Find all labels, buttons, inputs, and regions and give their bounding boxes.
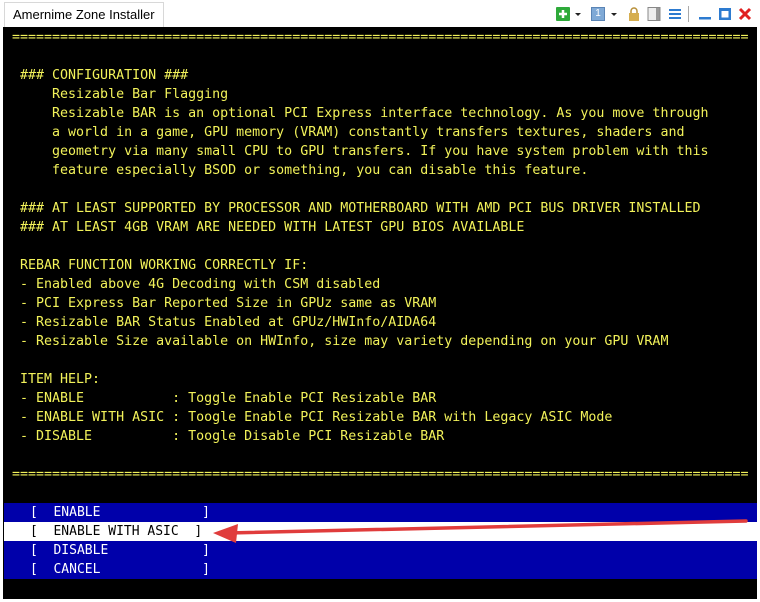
text-line: geometry via many small CPU to GPU trans… bbox=[12, 144, 709, 159]
text-line: - DISABLE : Toogle Disable PCI Resizable… bbox=[12, 429, 445, 444]
menu-item-enable-with-asic[interactable]: [ ENABLE WITH ASIC ] bbox=[4, 522, 757, 541]
menu-item-disable[interactable]: [ DISABLE ] bbox=[4, 541, 757, 560]
text-line: - ENABLE WITH ASIC : Toogle Enable PCI R… bbox=[12, 410, 613, 425]
text-line: Resizable BAR is an optional PCI Express… bbox=[12, 106, 709, 121]
text-line bbox=[12, 237, 749, 256]
title-bar: Amernime Zone Installer 1 bbox=[0, 0, 760, 27]
dropdown-icon[interactable] bbox=[610, 7, 618, 21]
text-line: feature especially BSOD or something, yo… bbox=[12, 163, 589, 178]
text-line: - ENABLE : Toggle Enable PCI Resizable B… bbox=[12, 391, 437, 406]
text-line: a world in a game, GPU memory (VRAM) con… bbox=[12, 125, 685, 140]
text-line bbox=[12, 47, 749, 66]
menu-item-cancel[interactable]: [ CANCEL ] bbox=[4, 560, 757, 579]
text-line bbox=[12, 446, 749, 465]
window-title-tab[interactable]: Amernime Zone Installer bbox=[4, 2, 164, 27]
text-line: Resizable Bar Flagging bbox=[12, 87, 229, 102]
panel-icon[interactable] bbox=[647, 7, 661, 21]
menu-item-enable[interactable]: [ ENABLE ] bbox=[4, 503, 757, 522]
minimize-icon[interactable] bbox=[698, 7, 712, 21]
config-heading: ### CONFIGURATION ### bbox=[12, 68, 189, 83]
text-line: - Enabled above 4G Decoding with CSM dis… bbox=[12, 277, 381, 292]
menu-icon[interactable] bbox=[668, 7, 682, 21]
text-line: - Resizable BAR Status Enabled at GPUz/H… bbox=[12, 315, 437, 330]
add-icon[interactable] bbox=[556, 7, 570, 21]
option-menu: [ ENABLE ] [ ENABLE WITH ASIC ] [ DISABL… bbox=[4, 503, 757, 579]
tab-number-icon[interactable]: 1 bbox=[591, 7, 605, 21]
text-line: ### AT LEAST SUPPORTED BY PROCESSOR AND … bbox=[12, 201, 701, 216]
help-text: ========================================… bbox=[12, 28, 749, 484]
terminal-console: ========================================… bbox=[3, 27, 757, 599]
text-line: ITEM HELP: bbox=[12, 372, 101, 387]
dropdown-icon[interactable] bbox=[574, 7, 582, 21]
text-line bbox=[12, 180, 749, 199]
bottom-separator: ========================================… bbox=[12, 467, 749, 482]
toolbar-divider bbox=[688, 6, 689, 22]
maximize-icon[interactable] bbox=[718, 7, 732, 21]
text-line bbox=[12, 351, 749, 370]
text-line: REBAR FUNCTION WORKING CORRECTLY IF: bbox=[12, 258, 309, 273]
text-line: ### AT LEAST 4GB VRAM ARE NEEDED WITH LA… bbox=[12, 220, 525, 235]
top-separator: ========================================… bbox=[12, 30, 749, 45]
text-line: - PCI Express Bar Reported Size in GPUz … bbox=[12, 296, 437, 311]
text-line: - Resizable Size available on HWInfo, si… bbox=[12, 334, 669, 349]
close-icon[interactable] bbox=[738, 7, 752, 21]
lock-icon[interactable] bbox=[627, 7, 641, 21]
